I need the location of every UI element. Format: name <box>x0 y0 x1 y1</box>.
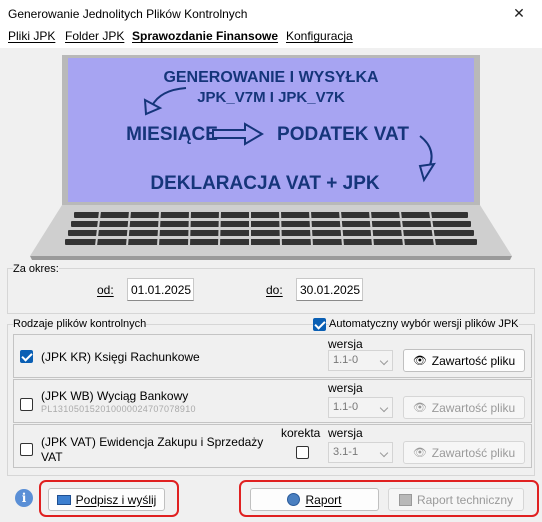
sign-send-label: Podpisz i wyślij <box>75 492 157 507</box>
sign-send-button[interactable]: Podpisz i wyślij <box>48 488 165 511</box>
jpk-kr-content-label: Zawartość pliku <box>431 353 516 368</box>
korekta-label: korekta <box>281 426 321 440</box>
auto-version-label: Automatyczny wybór wersji plików JPK <box>329 318 519 330</box>
korekta-checkbox[interactable] <box>296 446 309 459</box>
report-button[interactable]: Raport <box>250 488 379 511</box>
banner-line2: JPK_V7M I JPK_V7K <box>197 89 345 106</box>
jpk-vat-content-label: Zawartość pliku <box>431 445 516 460</box>
jpk-kr-version-label: wersja <box>328 337 363 351</box>
banner-left: MIESIĄCE <box>126 124 218 145</box>
jpk-kr-content-button[interactable]: 👁 Zawartość pliku <box>403 349 525 372</box>
jpk-kr-row: (JPK KR) Księgi Rachunkowe wersja 1.1-0 … <box>13 334 532 378</box>
jpk-window: Generowanie Jednolitych Plików Kontrolny… <box>0 0 542 522</box>
to-label: do: <box>266 283 283 297</box>
tech-report-icon <box>398 493 412 506</box>
files-group-label: Rodzaje plików kontrolnych <box>13 318 147 330</box>
to-date-field[interactable]: 30.01.2025 <box>296 278 363 301</box>
tech-report-label: Raport techniczny <box>416 492 514 507</box>
jpk-wb-content-label: Zawartość pliku <box>431 400 516 415</box>
jpk-kr-checkbox[interactable] <box>20 350 33 363</box>
jpk-vat-row: (JPK VAT) Ewidencja Zakupu i Sprzedaży V… <box>13 424 532 468</box>
period-label: Za okres: <box>13 263 59 275</box>
jpk-vat-label: (JPK VAT) Ewidencja Zakupu i Sprzedaży <box>41 435 264 449</box>
jpk-wb-version-select[interactable]: 1.1-0 <box>328 397 393 418</box>
title-bar: Generowanie Jednolitych Plików Kontrolny… <box>0 0 542 28</box>
jpk-vat-content-button[interactable]: 👁 Zawartość pliku <box>403 441 525 464</box>
menu-pliki-jpk[interactable]: Pliki JPK <box>8 29 55 43</box>
jpk-wb-version-label: wersja <box>328 381 363 395</box>
jpk-wb-row: (JPK WB) Wyciąg Bankowy PL13105015201000… <box>13 379 532 423</box>
menu-sprawozdanie[interactable]: Sprawozdanie Finansowe <box>132 29 278 43</box>
jpk-vat-label-2: VAT <box>41 450 63 464</box>
info-icon[interactable]: i <box>15 489 33 507</box>
auto-version-checkbox[interactable] <box>313 318 326 331</box>
binoculars-icon: 👁 <box>412 402 427 414</box>
jpk-kr-label: (JPK KR) Księgi Rachunkowe <box>41 350 200 364</box>
banner-bottom: DEKLARACJA VAT + JPK <box>150 173 380 194</box>
envelope-icon <box>56 494 71 505</box>
menu-bar: Pliki JPK Folder JPK Sprawozdanie Finans… <box>0 28 542 48</box>
tech-report-button[interactable]: Raport techniczny <box>388 488 524 511</box>
laptop-banner: GENEROWANIE I WYSYŁKA JPK_V7M I JPK_V7K … <box>30 55 512 260</box>
menu-folder-jpk[interactable]: Folder JPK <box>65 29 124 43</box>
jpk-wb-account: PL131050152010000024707078910 <box>41 404 196 414</box>
jpk-wb-content-button[interactable]: 👁 Zawartość pliku <box>403 396 525 419</box>
jpk-vat-version-select[interactable]: 3.1-1 <box>328 442 393 463</box>
binoculars-icon: 👁 <box>412 447 427 459</box>
jpk-wb-label: (JPK WB) Wyciąg Bankowy <box>41 389 189 403</box>
window-title: Generowanie Jednolitych Plików Kontrolny… <box>8 7 248 21</box>
from-label: od: <box>97 283 114 297</box>
close-button[interactable]: ✕ <box>496 0 542 28</box>
report-icon <box>287 493 301 506</box>
jpk-kr-version-select[interactable]: 1.1-0 <box>328 350 393 371</box>
banner-line1: GENEROWANIE I WYSYŁKA <box>163 69 379 86</box>
menu-konfiguracja[interactable]: Konfiguracja <box>286 29 353 43</box>
report-label: Raport <box>305 492 342 507</box>
banner-right: PODATEK VAT <box>277 124 409 145</box>
jpk-vat-version-label: wersja <box>328 426 363 440</box>
binoculars-icon: 👁 <box>412 355 427 367</box>
from-date-field[interactable]: 01.01.2025 <box>127 278 194 301</box>
jpk-wb-checkbox[interactable] <box>20 398 33 411</box>
jpk-vat-checkbox[interactable] <box>20 443 33 456</box>
